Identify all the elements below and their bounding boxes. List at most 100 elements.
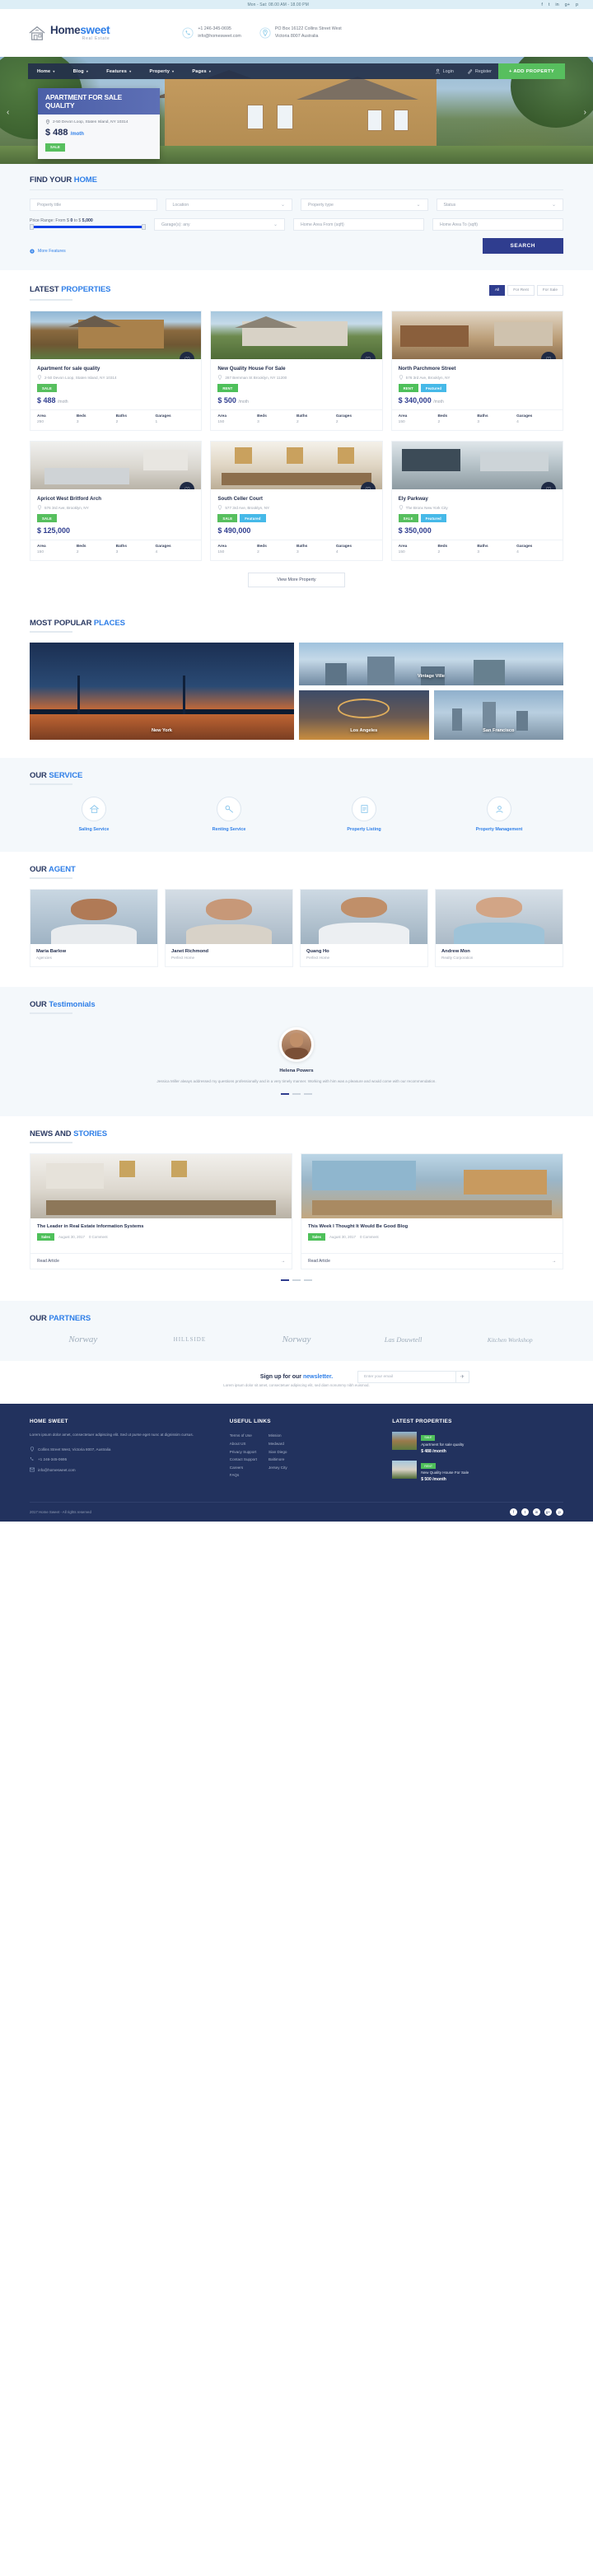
nav-item-pages[interactable]: Pages bbox=[183, 69, 220, 74]
tab-for-sale[interactable]: For Sale bbox=[536, 285, 563, 296]
read-article-link[interactable]: Read Article → bbox=[30, 1253, 292, 1269]
place-card-san-francisco[interactable]: San Francisco bbox=[433, 690, 563, 740]
property-image[interactable]: ♡ bbox=[391, 311, 563, 359]
footer-email[interactable]: info@homesweet.com bbox=[30, 1467, 217, 1473]
tab-all[interactable]: All bbox=[488, 285, 506, 296]
nav-item-property[interactable]: Property bbox=[140, 69, 183, 74]
property-card[interactable]: ♡ New Quality House For Sale 287 Bernman… bbox=[210, 311, 383, 431]
hero-property-card[interactable]: APARTMENT FOR SALE QUALITY 2-50 Devon Lo… bbox=[38, 88, 160, 159]
pagination-dot[interactable] bbox=[281, 1279, 289, 1282]
area-to-input[interactable]: Home Area To (sqft) bbox=[432, 218, 563, 231]
footer-link[interactable]: Contact Support bbox=[230, 1456, 257, 1464]
agent-card[interactable]: Maria Barlow Agencies bbox=[30, 889, 158, 967]
footer-link[interactable]: About US bbox=[230, 1440, 257, 1448]
partner-logo[interactable]: Norway bbox=[243, 1335, 350, 1344]
favorite-icon[interactable]: ♡ bbox=[540, 352, 556, 359]
partner-logo[interactable]: HILLSIDE bbox=[137, 1336, 244, 1343]
property-type-select[interactable]: Property type bbox=[301, 199, 428, 211]
pinterest-icon[interactable]: p bbox=[576, 2, 578, 7]
tab-for-rent[interactable]: For Rent bbox=[507, 285, 535, 296]
site-logo[interactable]: Homesweet Real Estate bbox=[28, 25, 110, 41]
service-item-management[interactable]: Property Management bbox=[435, 797, 563, 832]
price-range-slider[interactable]: Price Range: From $ 0 to $ 5,000 bbox=[30, 218, 146, 231]
footer-link[interactable]: Mission bbox=[268, 1432, 287, 1440]
login-link[interactable]: Login bbox=[428, 68, 460, 74]
search-button[interactable]: SEARCH bbox=[482, 238, 563, 254]
twitter-icon[interactable]: t bbox=[549, 2, 550, 7]
twitter-icon[interactable]: t bbox=[521, 1508, 529, 1517]
news-pagination[interactable] bbox=[30, 1279, 563, 1282]
googleplus-icon[interactable]: g+ bbox=[565, 2, 570, 7]
property-image[interactable]: ♡ bbox=[30, 311, 202, 359]
range-handle-left[interactable] bbox=[30, 224, 34, 230]
property-image[interactable]: ♡ bbox=[211, 311, 382, 359]
favorite-icon[interactable]: ♡ bbox=[360, 482, 376, 489]
garages-select[interactable]: Garage(s): any bbox=[154, 218, 285, 231]
linkedin-icon[interactable]: in bbox=[533, 1508, 540, 1517]
property-title[interactable]: South Celler Court bbox=[217, 496, 375, 502]
read-article-link[interactable]: Read Article → bbox=[301, 1253, 563, 1269]
agent-card[interactable]: Andrew Mon Realty Corporation bbox=[435, 889, 563, 967]
send-icon[interactable]: ✈ bbox=[456, 1371, 469, 1384]
partner-logo[interactable]: Norway bbox=[30, 1335, 137, 1344]
hero-next-arrow[interactable]: › bbox=[584, 108, 586, 117]
register-link[interactable]: Register bbox=[460, 68, 498, 74]
property-card[interactable]: ♡ Apricot West Britford Arch 576 3rd Ave… bbox=[30, 441, 203, 561]
range-handle-right[interactable] bbox=[142, 224, 146, 230]
property-card[interactable]: ♡ South Celler Court 577 3rd Ave, Brookl… bbox=[210, 441, 383, 561]
agent-card[interactable]: Janet Richmond Perfect Home bbox=[165, 889, 293, 967]
property-card[interactable]: ♡ Ely Parkway The Bronx New York City SA… bbox=[390, 441, 563, 561]
pinterest-icon[interactable]: p bbox=[556, 1508, 563, 1517]
status-select[interactable]: Status bbox=[436, 199, 563, 211]
social-links-footer[interactable]: f t in g+ p bbox=[510, 1508, 563, 1517]
partner-logo[interactable]: Las Douwtell bbox=[350, 1335, 457, 1344]
news-card[interactable]: This Week I Thought It Would Be Good Blo… bbox=[301, 1153, 563, 1270]
favorite-icon[interactable]: ♡ bbox=[360, 352, 376, 359]
property-title[interactable]: Ely Parkway bbox=[399, 496, 556, 502]
service-item-listing[interactable]: Property Listing bbox=[300, 797, 428, 832]
property-card[interactable]: ♡ Apartment for sale quality 2-50 Devon … bbox=[30, 311, 203, 431]
nav-item-features[interactable]: Features bbox=[97, 69, 140, 74]
area-from-input[interactable]: Home Area From (sqft) bbox=[293, 218, 424, 231]
place-card-new-york[interactable]: New York bbox=[30, 643, 294, 740]
property-image[interactable]: ♡ bbox=[30, 442, 202, 489]
hero-prev-arrow[interactable]: ‹ bbox=[7, 108, 9, 117]
testimonial-pagination[interactable] bbox=[30, 1093, 563, 1096]
footer-link[interactable]: FAQs bbox=[230, 1471, 257, 1480]
place-card-los-angeles[interactable]: Los Angeles bbox=[299, 690, 429, 740]
footer-link[interactable]: Medward bbox=[268, 1440, 287, 1448]
property-card[interactable]: ♡ North Parchmore Street 576 3rd Ave, Br… bbox=[390, 311, 563, 431]
property-title[interactable]: Apartment for sale quality bbox=[37, 366, 194, 372]
service-item-saling[interactable]: Saling Service bbox=[30, 797, 158, 832]
pagination-dot[interactable] bbox=[304, 1279, 312, 1282]
footer-link[interactable]: Terms of Use bbox=[230, 1432, 257, 1440]
facebook-icon[interactable]: f bbox=[541, 2, 543, 7]
header-email[interactable]: info@homesweet.com bbox=[198, 33, 240, 40]
footer-link[interactable]: Privacy Support bbox=[230, 1448, 257, 1456]
pagination-dot[interactable] bbox=[304, 1093, 312, 1096]
nav-item-home[interactable]: Home bbox=[28, 69, 64, 74]
facebook-icon[interactable]: f bbox=[510, 1508, 517, 1517]
footer-property-item[interactable]: SALE Apartment for sale quality $ 488 /m… bbox=[392, 1432, 563, 1454]
header-phone[interactable]: +1 246-345-0695 bbox=[198, 26, 240, 33]
footer-link[interactable]: Baltimore bbox=[268, 1456, 287, 1464]
nav-item-blog[interactable]: Blog bbox=[64, 69, 98, 74]
location-select[interactable]: Location bbox=[165, 199, 292, 211]
property-title[interactable]: New Quality House For Sale bbox=[217, 366, 375, 372]
footer-property-item[interactable]: RENT New Quality House For Sale $ 500 /m… bbox=[392, 1460, 563, 1482]
googleplus-icon[interactable]: g+ bbox=[544, 1508, 552, 1517]
property-image[interactable]: ♡ bbox=[391, 442, 563, 489]
footer-link[interactable]: Jersey City bbox=[268, 1464, 287, 1472]
add-property-button[interactable]: + ADD PROPERTY bbox=[497, 63, 565, 79]
news-image[interactable] bbox=[30, 1154, 292, 1219]
partner-logo[interactable]: Kitchen Workshop bbox=[456, 1336, 563, 1344]
social-links-top[interactable]: f t in g+ p bbox=[541, 2, 578, 7]
newsletter-email-input[interactable]: Enter your email bbox=[357, 1371, 456, 1384]
pagination-dot[interactable] bbox=[292, 1279, 301, 1282]
favorite-icon[interactable]: ♡ bbox=[180, 352, 195, 359]
news-card[interactable]: The Leader in Real Estate Information Sy… bbox=[30, 1153, 292, 1270]
pagination-dot[interactable] bbox=[281, 1093, 289, 1096]
agent-card[interactable]: Quang Ho Perfect Home bbox=[300, 889, 428, 967]
favorite-icon[interactable]: ♡ bbox=[540, 482, 556, 489]
footer-link[interactable]: Careers bbox=[230, 1464, 257, 1472]
